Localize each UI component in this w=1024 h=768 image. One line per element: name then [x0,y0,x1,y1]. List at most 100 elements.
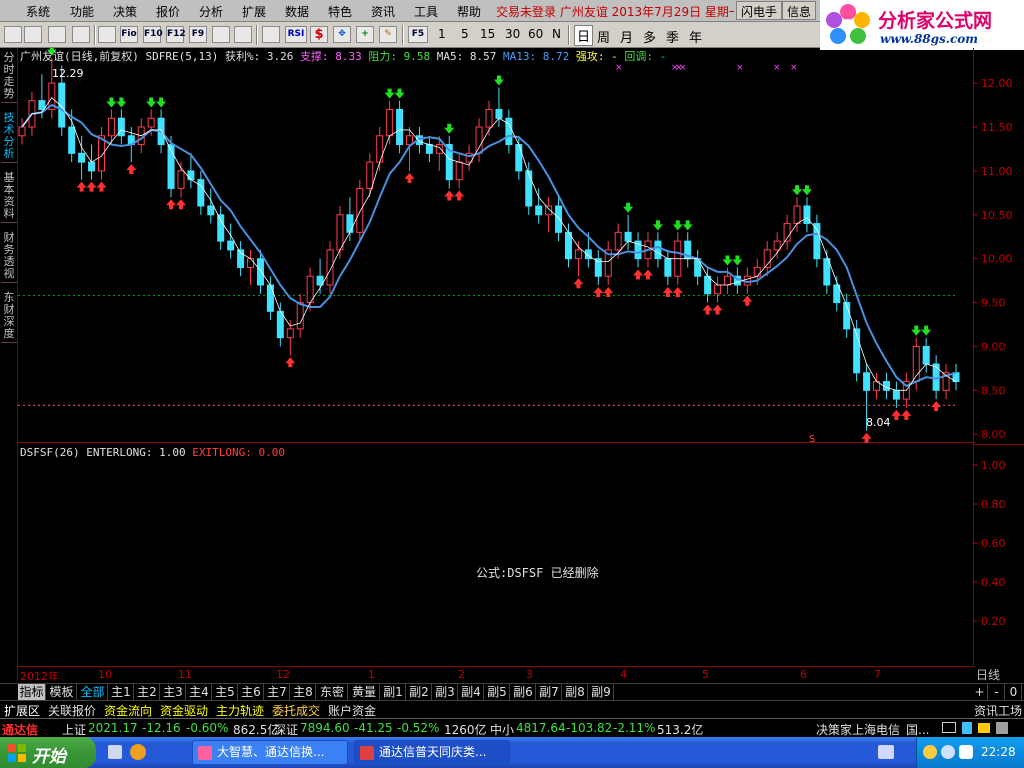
period-1min[interactable]: 1 [438,27,446,41]
menu-system[interactable]: 系统 [26,3,50,20]
menu-extend[interactable]: 扩展 [242,3,266,20]
money-icon[interactable]: $ [310,26,328,43]
tab-sub7[interactable]: 副7 [537,684,562,700]
server-name[interactable]: 决策家上海电信 [816,721,900,738]
user-icon[interactable] [962,722,972,734]
grid-icon[interactable] [24,26,42,43]
tab-main3[interactable]: 主3 [161,684,186,700]
period-30min[interactable]: 30 [505,27,520,41]
tab-sub4[interactable]: 副4 [459,684,484,700]
settings-icon[interactable] [996,722,1008,734]
keyboard-icon[interactable] [878,745,894,759]
candle-body [505,117,513,146]
task-button-1[interactable]: 大智慧、通达信换... [192,740,348,765]
menu-function[interactable]: 功能 [70,3,94,20]
tab-fund-flow[interactable]: 资金流向 [104,702,152,719]
menu-decision[interactable]: 决策 [113,3,137,20]
mail-icon[interactable] [942,722,956,733]
tab-related-quotes[interactable]: 关联报价 [48,702,96,719]
volume-icon[interactable] [941,745,955,759]
line-chart-icon[interactable] [262,26,280,43]
news-icon[interactable] [98,26,116,43]
tab-orders[interactable]: 委托成交 [272,702,320,719]
tab-all[interactable]: 全部 [78,684,108,700]
network-icon[interactable] [959,745,973,759]
tab-indicator[interactable]: 指标 [18,684,46,700]
tab-info-workshop[interactable]: 资讯工场 [974,702,1022,719]
tab-sub1[interactable]: 副1 [381,684,406,700]
list-icon[interactable] [4,26,22,43]
tray-icon[interactable] [923,745,937,759]
tab-financial[interactable]: 财务透视 [1,230,17,283]
menu-special[interactable]: 特色 [328,3,352,20]
menu-data[interactable]: 数据 [285,3,309,20]
clock[interactable]: 22:28 [981,745,1016,759]
tab-sub6[interactable]: 副6 [511,684,536,700]
tab-sub5[interactable]: 副5 [485,684,510,700]
tab-main1[interactable]: 主1 [109,684,134,700]
tab-main-track[interactable]: 主力轨迹 [216,702,264,719]
lock-icon[interactable] [978,723,990,733]
tab-depth[interactable]: 东财深度 [1,290,17,343]
tab-main5[interactable]: 主5 [213,684,238,700]
tab-main8[interactable]: 主8 [291,684,316,700]
tab-template[interactable]: 模板 [47,684,77,700]
f5-button[interactable]: F5 [408,26,428,43]
tab-sub2[interactable]: 副2 [407,684,432,700]
flash-trade-button[interactable]: 闪电手 [736,1,783,20]
search-icon[interactable] [234,26,252,43]
browser-icon[interactable] [130,744,146,760]
tab-main4[interactable]: 主4 [187,684,212,700]
tab-main2[interactable]: 主2 [135,684,160,700]
period-15min[interactable]: 15 [480,27,495,41]
period-year[interactable]: 年 [689,27,702,46]
move-icon[interactable]: ✥ [333,26,351,43]
period-week[interactable]: 周 [597,27,610,46]
start-button[interactable]: 开始 [0,737,96,768]
tab-fundamentals[interactable]: 基本资料 [1,170,17,223]
zoom-in-button[interactable]: + [972,684,988,700]
menu-analysis[interactable]: 分析 [199,3,223,20]
quote-icon[interactable] [48,26,66,43]
tab-extension-area[interactable]: 扩展区 [4,702,40,719]
tab-fund-drive[interactable]: 资金驱动 [160,702,208,719]
tab-main7[interactable]: 主7 [265,684,290,700]
tab-huangliang[interactable]: 黄量 [349,684,380,700]
f10-icon[interactable]: Fio [120,26,138,43]
period-multi[interactable]: 多 [643,27,656,46]
plus-box-icon[interactable]: + [356,26,374,43]
zoom-out-button[interactable]: - [989,684,1005,700]
period-n[interactable]: N [552,27,561,41]
kline-icon[interactable] [72,26,90,43]
menu-tools[interactable]: 工具 [414,3,438,20]
f9-icon[interactable]: F9 [189,26,207,43]
pencil-icon[interactable]: ✎ [379,26,397,43]
tab-sub9[interactable]: 副9 [589,684,614,700]
period-month[interactable]: 月 [620,27,633,46]
candlestick-chart[interactable]: 12.29 8.04 S × ××× × × × [18,48,973,443]
info-button[interactable]: 信息 [782,1,817,20]
period-5min[interactable]: 5 [461,27,469,41]
calc-icon[interactable] [212,26,230,43]
tab-sub8[interactable]: 副8 [563,684,588,700]
f12-icon[interactable]: F12 [166,26,186,43]
menu-help[interactable]: 帮助 [457,3,481,20]
show-desktop-icon[interactable] [108,745,122,759]
indicator-panel[interactable] [18,444,973,666]
rsi-icon[interactable]: RSI [285,26,307,43]
tab-timeshare[interactable]: 分时走势 [1,50,17,103]
tab-account[interactable]: 账户资金 [328,702,376,719]
menu-quote[interactable]: 报价 [156,3,180,20]
daily-period-label[interactable]: 日线 [976,666,1000,683]
period-day[interactable]: 日 [574,25,594,46]
tab-sub3[interactable]: 副3 [433,684,458,700]
tab-dongmi[interactable]: 东密 [317,684,348,700]
tab-main6[interactable]: 主6 [239,684,264,700]
reset-zoom-button[interactable]: 0 [1006,684,1022,700]
period-quarter[interactable]: 季 [666,27,679,46]
menu-news[interactable]: 资讯 [371,3,395,20]
f10b-icon[interactable]: F10 [143,26,163,43]
task-button-2[interactable]: 通达信普天同庆类... [354,740,510,765]
period-60min[interactable]: 60 [528,27,543,41]
tab-technical[interactable]: 技术分析 [1,110,17,163]
